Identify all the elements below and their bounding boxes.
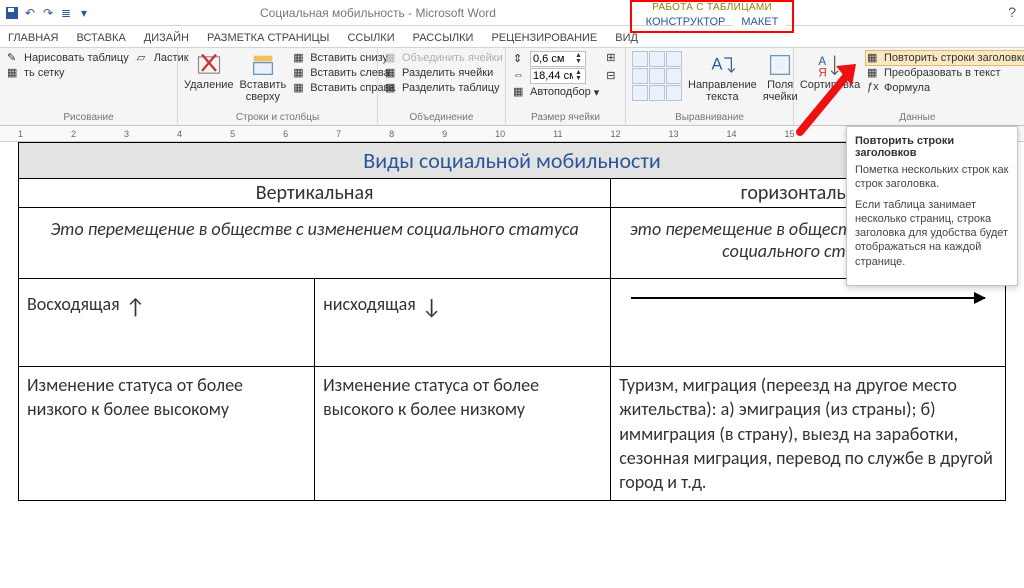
bullets-icon[interactable]: ≣: [58, 5, 74, 21]
group-rows-cols: Удаление Вставить сверху ▦Вставить снизу…: [178, 48, 378, 125]
group-label: Выравнивание: [632, 111, 787, 125]
convert-icon: ▦: [867, 66, 881, 80]
svg-text:Я: Я: [818, 67, 826, 79]
repeat-header-icon: ▦: [867, 51, 881, 65]
ribbon-tabs: ГЛАВНАЯ ВСТАВКА ДИЗАЙН РАЗМЕТКА СТРАНИЦЫ…: [0, 26, 1024, 48]
sort-button[interactable]: AЯ Сортировка: [800, 51, 860, 92]
arrow-right-icon: [631, 297, 985, 299]
insert-above-button[interactable]: Вставить сверху: [240, 51, 287, 103]
text-direction-icon: A: [708, 51, 736, 79]
tab-view[interactable]: ВИД: [615, 32, 638, 47]
svg-text:A: A: [712, 56, 723, 74]
group-data: AЯ Сортировка ▦Повторить строки заголовк…: [794, 48, 1024, 125]
delete-icon: [195, 51, 223, 79]
ribbon: ✎Нарисовать таблицу ▦ть сетку ▱Ластик Ри…: [0, 48, 1024, 126]
eraser-icon: ▱: [137, 51, 151, 65]
group-label: Размер ячейки: [512, 111, 619, 125]
height-input[interactable]: [531, 53, 575, 65]
cell-margins-icon: [766, 51, 794, 79]
table-cell[interactable]: Восходящая: [19, 279, 315, 367]
table-cell[interactable]: Вертикальная: [19, 179, 611, 208]
table-cell[interactable]: Туризм, миграция (переезд на другое мест…: [611, 367, 1006, 501]
tab-design-main[interactable]: ДИЗАЙН: [144, 32, 189, 47]
split-table-button[interactable]: ▦Разделить таблицу: [384, 81, 504, 95]
group-merge: ▦Объединить ячейки ▦Разделить ячейки ▦Ра…: [378, 48, 506, 125]
quick-access-toolbar: ↶ ↷ ≣ ▾: [4, 5, 92, 21]
tab-home[interactable]: ГЛАВНАЯ: [8, 32, 58, 47]
group-label: Строки и столбцы: [184, 111, 371, 125]
insert-right-icon: ▦: [293, 81, 307, 95]
row-height-control[interactable]: ⇕ ▲▼: [512, 51, 600, 67]
merge-cells-button: ▦Объединить ячейки: [384, 51, 504, 65]
convert-to-text-button[interactable]: ▦Преобразовать в текст: [866, 66, 1024, 80]
width-icon: ⇔: [513, 69, 527, 83]
tooltip-repeat-headers: Повторить строки заголовков Пометка неск…: [846, 126, 1018, 286]
document-title: Социальная мобильность - Microsoft Word: [260, 6, 496, 20]
text-direction-button[interactable]: A Направление текста: [688, 51, 757, 103]
group-label: Данные: [800, 111, 1024, 125]
split-table-icon: ▦: [385, 81, 399, 95]
alignment-grid[interactable]: [632, 51, 682, 101]
draw-table-button[interactable]: ✎Нарисовать таблицу: [6, 51, 130, 65]
tab-design[interactable]: КОНСТРУКТОР: [638, 13, 734, 31]
table-cell[interactable]: Изменение статуса от более низкого к бол…: [19, 367, 315, 501]
redo-icon[interactable]: ↷: [40, 5, 56, 21]
tab-page-layout[interactable]: РАЗМЕТКА СТРАНИЦЫ: [207, 32, 329, 47]
tab-insert[interactable]: ВСТАВКА: [76, 32, 125, 47]
autofit-button[interactable]: ▦Автоподбор ▾: [512, 85, 600, 99]
pencil-icon: ✎: [7, 51, 21, 65]
contextual-tab-group: РАБОТА С ТАБЛИЦАМИ КОНСТРУКТОР МАКЕТ: [630, 0, 794, 33]
split-cells-button[interactable]: ▦Разделить ячейки: [384, 66, 504, 80]
tab-layout[interactable]: МАКЕТ: [733, 13, 786, 31]
width-input[interactable]: [531, 70, 575, 82]
insert-above-icon: [249, 51, 277, 79]
cell-margins-button[interactable]: Поля ячейки: [763, 51, 798, 103]
view-gridlines-button[interactable]: ▦ть сетку: [6, 66, 130, 80]
autofit-icon: ▦: [513, 85, 527, 99]
col-width-control[interactable]: ⇔ ▲▼: [512, 68, 600, 84]
qat-more-icon[interactable]: ▾: [76, 5, 92, 21]
group-label: Рисование: [6, 111, 171, 125]
tab-review[interactable]: РЕЦЕНЗИРОВАНИЕ: [491, 32, 597, 47]
group-alignment: A Направление текста Поля ячейки Выравни…: [626, 48, 794, 125]
tab-mailings[interactable]: РАССЫЛКИ: [413, 32, 474, 47]
table-cell[interactable]: Это перемещение в обществе с изменением …: [19, 208, 611, 279]
distribute-rows-icon[interactable]: ⊞: [606, 51, 622, 67]
tooltip-title: Повторить строки заголовков: [855, 135, 1009, 159]
insert-below-icon: ▦: [293, 51, 307, 65]
height-icon: ⇕: [513, 52, 527, 66]
tab-references[interactable]: ССЫЛКИ: [347, 32, 394, 47]
context-group-label: РАБОТА С ТАБЛИЦАМИ: [652, 2, 772, 13]
table-cell[interactable]: [611, 279, 1006, 367]
title-bar: ↶ ↷ ≣ ▾ Социальная мобильность - Microso…: [0, 0, 1024, 26]
distribute-cols-icon[interactable]: ⊟: [606, 69, 622, 85]
arrow-up-icon: [120, 289, 146, 316]
formula-button[interactable]: ƒxФормула: [866, 81, 1024, 95]
sort-icon: AЯ: [816, 51, 844, 79]
insert-left-icon: ▦: [293, 66, 307, 80]
undo-icon[interactable]: ↶: [22, 5, 38, 21]
group-draw: ✎Нарисовать таблицу ▦ть сетку ▱Ластик Ри…: [0, 48, 178, 125]
group-cell-size: ⇕ ▲▼ ⇔ ▲▼ ▦Автоподбор ▾ ⊞ ⊟ Размер ячейк…: [506, 48, 626, 125]
repeat-header-rows-button[interactable]: ▦Повторить строки заголовков: [866, 51, 1024, 65]
help-icon[interactable]: ?: [1008, 4, 1016, 20]
grid-icon: ▦: [7, 66, 21, 80]
formula-icon: ƒx: [867, 81, 881, 95]
tooltip-line: Если таблица занимает несколько страниц,…: [855, 198, 1009, 269]
merge-icon: ▦: [385, 51, 399, 65]
split-cells-icon: ▦: [385, 66, 399, 80]
delete-button[interactable]: Удаление: [184, 51, 234, 92]
tooltip-line: Пометка нескольких строк как строк загол…: [855, 163, 1009, 192]
save-icon[interactable]: [4, 5, 20, 21]
arrow-down-icon: [416, 289, 442, 316]
table-cell[interactable]: Изменение статуса от более высокого к бо…: [315, 367, 611, 501]
group-label: Объединение: [384, 111, 499, 125]
table-cell[interactable]: нисходящая: [315, 279, 611, 367]
